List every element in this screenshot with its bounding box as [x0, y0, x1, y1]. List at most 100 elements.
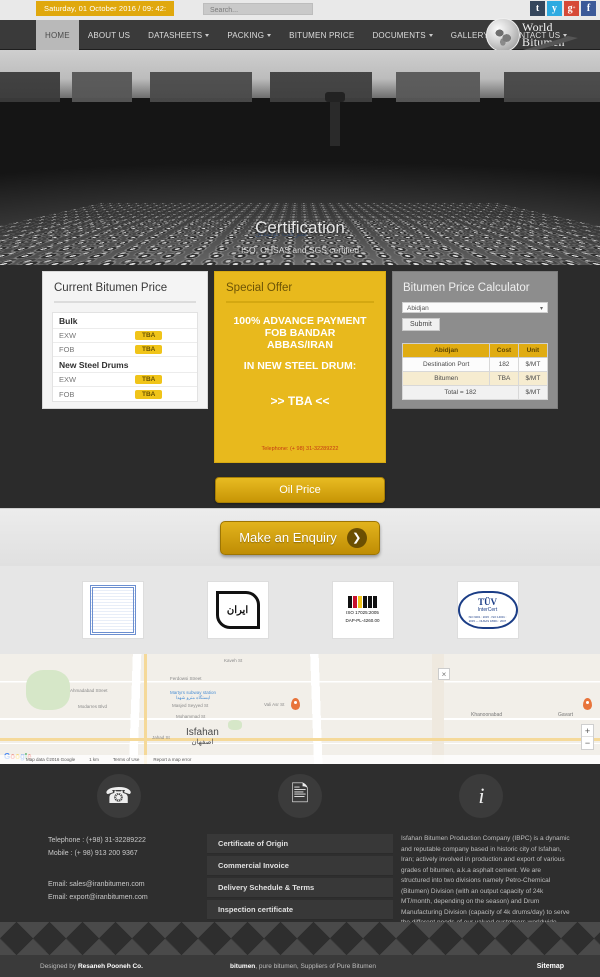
- submit-button[interactable]: Submit: [402, 318, 440, 331]
- nav-item-packing[interactable]: PACKING: [218, 20, 280, 50]
- cell-label: Destination Port: [401, 357, 491, 372]
- price-group-header: Bulk: [53, 313, 197, 329]
- map-report-link[interactable]: Report a map error: [153, 757, 191, 762]
- table-row: EXW TBA: [53, 373, 197, 387]
- offer-text: 100% ADVANCE PAYMENT: [233, 315, 367, 327]
- tuv-main: TÜV: [477, 597, 497, 607]
- footer-mobile: Mobile : (+ 98) 913 200 9367: [48, 850, 138, 857]
- panel-title: Special Offer: [226, 282, 293, 294]
- isiri-icon: ایران: [215, 591, 260, 629]
- chevron-down-icon: [428, 33, 433, 37]
- nav-item-datasheets[interactable]: DATASHEETS: [139, 20, 218, 50]
- price-value: TBA: [135, 345, 163, 354]
- oil-price-button[interactable]: Oil Price: [215, 477, 385, 503]
- nav-label: DATASHEETS: [148, 30, 203, 40]
- dap-icon: [345, 596, 379, 608]
- hero-banner: شرکت تولیدی Certification ISO, OHSAS and…: [0, 50, 600, 265]
- isiri-standard-logo[interactable]: ایران: [206, 581, 269, 639]
- nav-label: ABOUT US: [87, 30, 131, 40]
- hero-caption: Certification ISO, OHSAS and SGS certifi…: [0, 218, 600, 255]
- map-street-label: Ferdowsi Street: [170, 676, 202, 681]
- decorative-diamond-strip: [0, 922, 600, 955]
- city-name: Isfahan: [186, 727, 219, 738]
- search-input[interactable]: Search...: [203, 3, 313, 15]
- doc-link-commercial-invoice[interactable]: Commercial Invoice: [207, 856, 393, 876]
- offer-price: >> TBA <<: [270, 394, 330, 408]
- table-header-row: Abidjan Cost Unit: [401, 343, 549, 358]
- footer-telephone: Telephone : (+98) 31-32289222: [48, 837, 146, 844]
- destination-select[interactable]: Abidjan ▾: [402, 302, 548, 313]
- doc-link-delivery-schedule[interactable]: Delivery Schedule & Terms: [207, 878, 393, 898]
- special-offer-panel: Special Offer 100% ADVANCE PAYMENT FOB B…: [214, 271, 386, 463]
- location-map[interactable]: Ahmadabad Street Ferdowsi Street Modarre…: [0, 654, 600, 764]
- enquiry-label: Make an Enquiry: [239, 530, 337, 545]
- footer-keywords: bitumen, pure bitumen, Suppliers of Pure…: [230, 963, 537, 970]
- nav-item-home[interactable]: HOME: [36, 20, 79, 50]
- sitemap-link[interactable]: Sitemap: [537, 963, 600, 970]
- map-metro-label: Martyrs subway station ایستگاه مترو شهدا: [170, 690, 216, 701]
- site-logo[interactable]: World Bitumen Production Company: [482, 6, 594, 58]
- oil-price-section: Oil Price: [0, 477, 600, 503]
- dap-iso-line: ISO 17025:2005: [346, 610, 379, 615]
- certificate-document-logo[interactable]: [81, 581, 144, 639]
- doc-link-certificate-of-origin[interactable]: Certificate of Origin: [207, 834, 393, 854]
- make-an-enquiry-button[interactable]: Make an Enquiry ❯: [220, 520, 380, 555]
- calculator-table: Abidjan Cost Unit Destination Port 182 $…: [401, 343, 549, 400]
- nav-item-about-us[interactable]: ABOUT US: [79, 20, 139, 50]
- footer-documents-column: 🖹 Certificate of Origin Commercial Invoi…: [207, 774, 393, 944]
- doc-link-inspection-certificate[interactable]: Inspection certificate: [207, 900, 393, 920]
- map-terms-link[interactable]: Terms of Use: [113, 757, 140, 762]
- price-table: Bulk EXW TBA FOB TBA New Steel Drums EXW…: [52, 312, 198, 402]
- metro-name-native: ایستگاه مترو شهدا: [175, 695, 211, 700]
- bottom-bar: Designed by Resaneh Pooneh Co. bitumen, …: [0, 955, 600, 977]
- nav-label: HOME: [45, 30, 70, 40]
- nav-label: DOCUMENTS: [372, 30, 426, 40]
- footer-email-sales[interactable]: Email: sales@iranbitumen.com: [30, 878, 207, 891]
- keyword-primary: bitumen: [230, 962, 256, 970]
- tuv-intercert-logo[interactable]: TÜV InterCert ISO 9001 : 2015 · ISO 1400…: [456, 581, 519, 639]
- panel-title: Current Bitumen Price: [54, 282, 168, 294]
- map-marker[interactable]: [583, 698, 592, 710]
- dap-dakks-logo[interactable]: ISO 17025:2005 DAP-PL-4260.00: [331, 581, 394, 639]
- map-street-label: Vali Asr St: [264, 702, 285, 707]
- cell-unit: $/MT: [517, 371, 549, 386]
- tuv-icon: TÜV InterCert ISO 9001 : 2015 · ISO 1400…: [457, 591, 518, 629]
- map-area-label: Gavart: [558, 712, 574, 718]
- zoom-out-button[interactable]: −: [582, 737, 593, 749]
- map-data-credit: Map data ©2016 Google: [26, 757, 76, 762]
- map-road-horizontal: [0, 738, 600, 741]
- zoom-in-button[interactable]: +: [582, 725, 593, 737]
- map-street-label: Modarres Blvd: [78, 704, 108, 709]
- panel-title: Bitumen Price Calculator: [403, 282, 530, 294]
- divider: [226, 301, 374, 303]
- nav-item-documents[interactable]: DOCUMENTS: [363, 20, 441, 50]
- document-icon: 🖹: [278, 774, 322, 818]
- hero-title: Certification: [255, 218, 345, 237]
- designed-by-credit: Designed by Resaneh Pooneh Co.: [0, 963, 230, 970]
- chevron-down-icon: [205, 33, 210, 37]
- table-row: FOB TBA: [53, 387, 197, 401]
- price-label: EXW: [59, 331, 77, 340]
- map-street-label: Jahad St: [152, 735, 170, 740]
- bitumen-price-calculator-panel: Bitumen Price Calculator Abidjan ▾ Submi…: [392, 271, 558, 409]
- hero-buildings: [0, 72, 600, 102]
- footer-email-export[interactable]: Email: export@iranbitumen.com: [30, 891, 207, 904]
- price-group-header: New Steel Drums: [53, 357, 197, 373]
- cell-cost: 182: [489, 357, 519, 372]
- map-scale: 1 km: [89, 757, 99, 762]
- map-marker[interactable]: [291, 698, 300, 710]
- price-label: FOB: [59, 345, 75, 354]
- keyword-rest: , pure bitumen, Suppliers of Pure Bitume…: [255, 962, 376, 970]
- offer-line-1: 100% ADVANCE PAYMENT FOB BANDAR ABBAS/IR…: [225, 315, 375, 351]
- map-area-label: Khanoonabad: [471, 712, 503, 718]
- designed-by-prefix: Designed by: [40, 962, 78, 970]
- offer-text: FOB BANDAR: [264, 327, 336, 339]
- price-value: TBA: [135, 375, 163, 384]
- map-zoom-controls[interactable]: + −: [581, 724, 594, 750]
- offer-line-4: IN NEW STEEL DRUM:: [243, 360, 357, 372]
- isiri-label: ایران: [226, 604, 249, 616]
- nav-item-bitumen-price[interactable]: BITUMEN PRICE: [280, 20, 363, 50]
- phone-icon: ☎: [96, 774, 141, 818]
- close-icon[interactable]: ×: [438, 668, 450, 680]
- designer-name[interactable]: Resaneh Pooneh Co.: [78, 963, 143, 970]
